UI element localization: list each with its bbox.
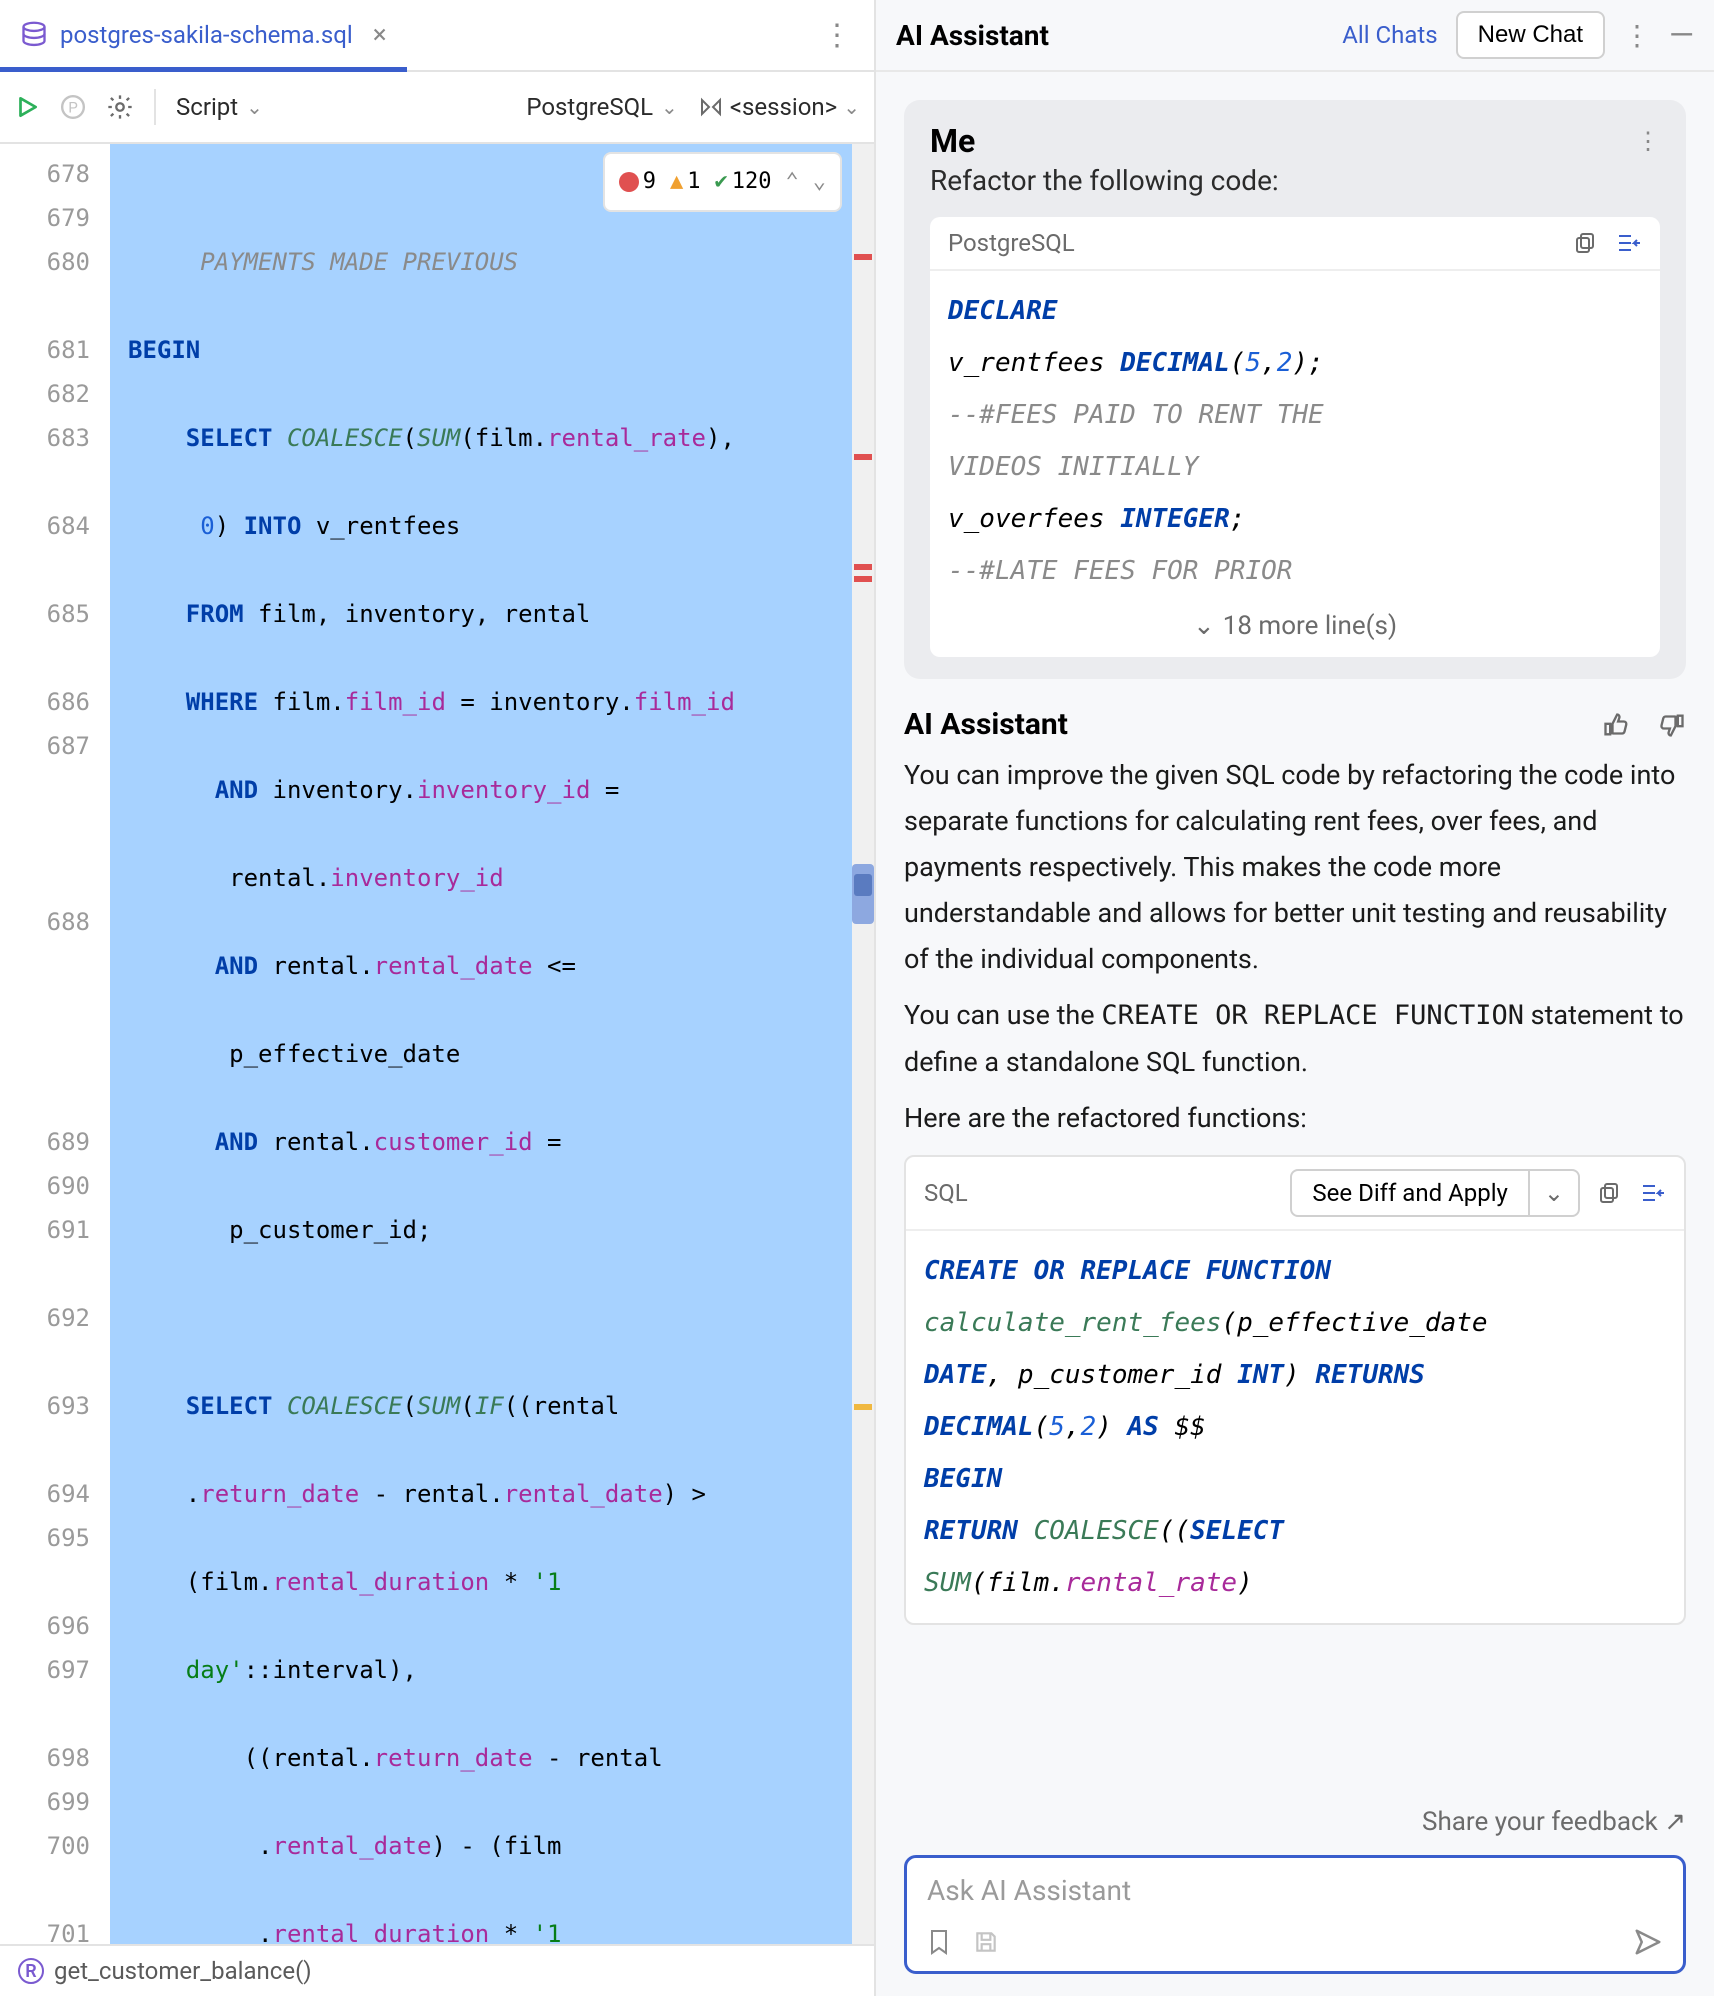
expand-snippet[interactable]: ⌄18 more line(s) xyxy=(930,601,1660,657)
see-diff-button[interactable]: See Diff and Apply ⌄ xyxy=(1290,1169,1580,1217)
all-chats-link[interactable]: All Chats xyxy=(1342,21,1437,49)
app-root: postgres-sakila-schema.sql × ⋮ P Script … xyxy=(0,0,1714,1996)
chevron-down-icon[interactable]: ⌄ xyxy=(813,160,826,204)
assistant-message: AI Assistant You can improve the given S… xyxy=(904,707,1686,1625)
assistant-paragraph: Here are the refactored functions: xyxy=(904,1095,1686,1141)
snippet-lang: PostgreSQL xyxy=(948,229,1075,257)
ai-conversation: Me ⋮ Refactor the following code: Postgr… xyxy=(876,72,1714,1803)
run-mode-combo[interactable]: Script ⌄ xyxy=(176,93,263,121)
assistant-name: AI Assistant xyxy=(904,707,1068,742)
close-icon[interactable]: × xyxy=(373,20,387,50)
minimize-icon[interactable]: — xyxy=(1669,16,1694,54)
run-mode-label: Script xyxy=(176,93,238,121)
more-icon[interactable]: ⋮ xyxy=(1623,19,1651,52)
current-symbol: get_customer_balance() xyxy=(54,1957,312,1985)
chevron-up-icon[interactable]: ⌃ xyxy=(786,160,799,204)
new-chat-button[interactable]: New Chat xyxy=(1456,11,1605,59)
editor-toolbar: P Script ⌄ PostgreSQL ⌄ <session> ⌄ xyxy=(0,72,874,144)
tab-more-icon[interactable]: ⋮ xyxy=(810,18,864,53)
diff-lang: SQL xyxy=(924,1179,968,1207)
explain-plan-icon: P xyxy=(60,94,86,120)
function-badge-icon: R xyxy=(18,1958,44,1984)
insert-icon[interactable] xyxy=(1616,232,1642,254)
bookmark-icon[interactable] xyxy=(927,1928,951,1956)
user-name: Me xyxy=(930,122,975,160)
code-area[interactable]: 9 ▲1 ✔120 ⌃ ⌄ PAYMENTS MADE PREVIOUS BEG… xyxy=(110,144,852,1944)
tab-filename: postgres-sakila-schema.sql xyxy=(60,21,353,49)
error-icon xyxy=(619,172,639,192)
editor-pane: postgres-sakila-schema.sql × ⋮ P Script … xyxy=(0,0,876,1996)
ai-panel-title: AI Assistant xyxy=(896,19,1049,52)
session-combo[interactable]: <session> ⌄ xyxy=(698,93,860,121)
diff-body: CREATE OR REPLACE FUNCTION calculate_ren… xyxy=(906,1231,1684,1623)
insert-icon[interactable] xyxy=(1640,1182,1666,1204)
save-icon[interactable] xyxy=(973,1929,999,1955)
send-icon[interactable] xyxy=(1633,1927,1663,1957)
overview-ruler[interactable] xyxy=(852,144,874,1944)
session-label: <session> xyxy=(730,93,837,121)
ai-input[interactable]: Ask AI Assistant xyxy=(904,1855,1686,1974)
message-more-icon[interactable]: ⋮ xyxy=(1636,127,1660,155)
editor[interactable]: 6786796806816826836846856866876886896906… xyxy=(0,144,874,1944)
inspection-widget[interactable]: 9 ▲1 ✔120 ⌃ ⌄ xyxy=(603,152,842,212)
chevron-down-icon: ⌄ xyxy=(661,95,678,119)
assistant-code-block: SQL See Diff and Apply ⌄ CREA xyxy=(904,1155,1686,1625)
scroll-thumb[interactable] xyxy=(854,874,872,896)
ai-panel: AI Assistant All Chats New Chat ⋮ — Me ⋮… xyxy=(876,0,1714,1996)
database-icon xyxy=(20,21,48,49)
gutter: 6786796806816826836846856866876886896906… xyxy=(0,144,110,1944)
run-icon[interactable] xyxy=(14,94,40,120)
warning-icon: ▲ xyxy=(670,160,683,204)
dialect-combo[interactable]: PostgreSQL ⌄ xyxy=(526,93,677,121)
svg-text:P: P xyxy=(68,98,78,116)
thumbs-up-icon[interactable] xyxy=(1602,711,1630,739)
editor-status-bar: R get_customer_balance() xyxy=(0,1944,874,1996)
error-count: 9 xyxy=(643,160,656,204)
user-code-snippet: PostgreSQL DECLARE v_rentfees DECIMAL(5,… xyxy=(930,217,1660,657)
check-icon: ✔ xyxy=(715,160,728,204)
copy-icon[interactable] xyxy=(1598,1181,1622,1205)
chevron-down-icon: ⌄ xyxy=(1193,611,1215,641)
warning-count: 1 xyxy=(687,160,700,204)
ai-input-area: Ask AI Assistant xyxy=(876,1837,1714,1996)
share-feedback-link[interactable]: Share your feedback ↗ xyxy=(876,1803,1714,1837)
ai-header: AI Assistant All Chats New Chat ⋮ — xyxy=(876,0,1714,72)
chevron-down-icon: ⌄ xyxy=(843,95,860,119)
assistant-paragraph: You can use the CREATE OR REPLACE FUNCTI… xyxy=(904,992,1686,1085)
chevron-down-icon[interactable]: ⌄ xyxy=(1530,1171,1578,1215)
settings-icon[interactable] xyxy=(106,93,134,121)
thumbs-down-icon[interactable] xyxy=(1658,711,1686,739)
tab-bar: postgres-sakila-schema.sql × ⋮ xyxy=(0,0,874,72)
copy-icon[interactable] xyxy=(1574,231,1598,255)
ai-input-placeholder: Ask AI Assistant xyxy=(927,1874,1663,1907)
snippet-body: DECLARE v_rentfees DECIMAL(5,2); --#FEES… xyxy=(930,271,1660,601)
user-prompt: Refactor the following code: xyxy=(930,164,1660,197)
user-message: Me ⋮ Refactor the following code: Postgr… xyxy=(904,100,1686,679)
dialect-label: PostgreSQL xyxy=(526,93,653,121)
session-icon xyxy=(698,96,724,118)
chevron-down-icon: ⌄ xyxy=(246,95,263,119)
assistant-paragraph: You can improve the given SQL code by re… xyxy=(904,752,1686,982)
ok-count: 120 xyxy=(732,160,772,204)
tab-file[interactable]: postgres-sakila-schema.sql × xyxy=(0,0,407,70)
